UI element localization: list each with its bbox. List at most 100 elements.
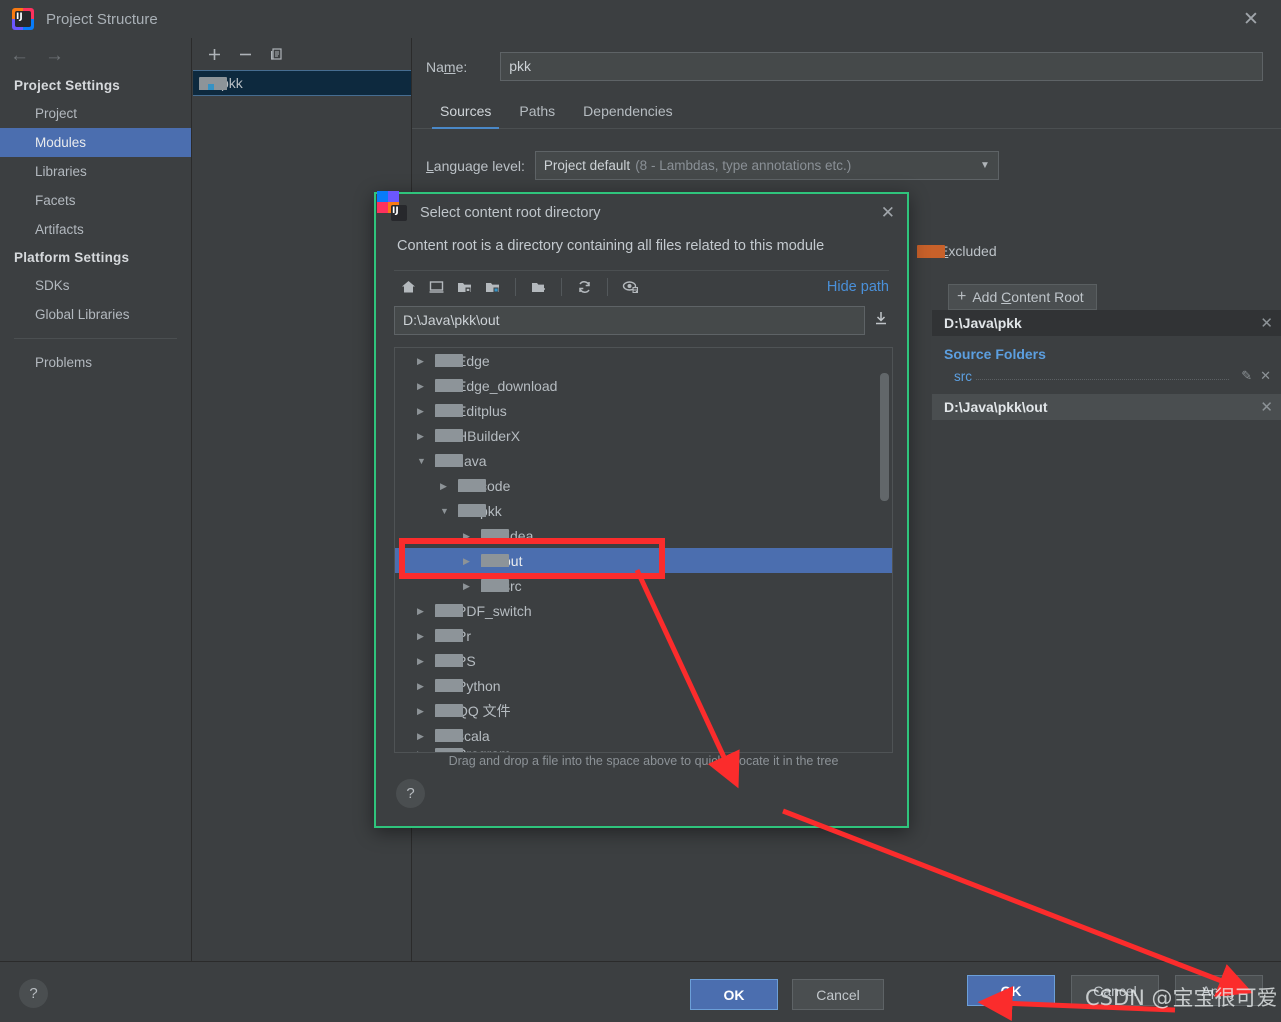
sidebar-item-modules[interactable]: Modules [0,128,191,157]
tree-row[interactable]: ▶ PS [395,648,892,673]
close-icon[interactable]: ✕ [1239,8,1263,32]
directory-tree[interactable]: ▶ Edge ▶ Edge_download ▶ Editplus ▶ HBuilder… [394,347,893,753]
desktop-icon[interactable] [428,279,445,295]
chevron-right-icon[interactable]: ▶ [417,748,429,752]
refresh-icon[interactable] [576,279,593,295]
tree-row[interactable]: ▶ Python [395,673,892,698]
tree-row[interactable]: ▼ Java [395,448,892,473]
sidebar-item-sdks[interactable]: SDKs [0,271,191,300]
chevron-right-icon[interactable]: ▶ [417,680,429,692]
show-hidden-files-icon[interactable] [622,279,640,295]
sidebar-item-global-libraries[interactable]: Global Libraries [0,300,191,329]
excluded-label[interactable]: Excluded [939,243,997,259]
sidebar-item-problems[interactable]: Problems [0,348,191,377]
add-content-root-button[interactable]: + Add Content Root [948,284,1097,310]
drag-drop-hint: Drag and drop a file into the space abov… [448,754,839,768]
tab-paths[interactable]: Paths [505,99,569,128]
arrow-right-icon[interactable]: → [45,46,64,65]
language-level-label: Language level: [426,157,525,174]
chevron-right-icon[interactable]: ▶ [417,705,429,717]
download-icon[interactable] [873,310,889,331]
hide-path-link[interactable]: Hide path [827,279,889,295]
sidebar-item-facets[interactable]: Facets [0,186,191,215]
chevron-right-icon[interactable]: ▶ [417,630,429,642]
tree-row[interactable]: ▶ src [395,573,892,598]
window-title: Project Structure [46,10,158,28]
remove-module-icon[interactable] [238,47,253,62]
arrow-left-icon[interactable]: ← [10,46,29,65]
tree-row[interactable]: ▶ scala [395,723,892,748]
close-icon[interactable]: ✕ [1260,368,1271,384]
chevron-right-icon[interactable]: ▶ [417,655,429,667]
chevron-right-icon[interactable]: ▶ [417,405,429,417]
chevron-right-icon[interactable]: ▶ [463,580,475,592]
tree-row-selected[interactable]: ▶ out [395,548,892,573]
project-folder-icon[interactable] [456,279,473,295]
tab-dependencies[interactable]: Dependencies [569,99,687,128]
chevron-right-icon[interactable]: ▶ [417,430,429,442]
close-icon[interactable]: ✕ [881,203,895,223]
chevron-right-icon[interactable]: ▶ [417,730,429,742]
tree-row[interactable]: ▶ Edge_download [395,373,892,398]
tree-row[interactable]: ▼ pkk [395,498,892,523]
add-module-icon[interactable] [207,47,222,62]
tree-scrollbar[interactable] [880,373,889,501]
sidebar-item-artifacts[interactable]: Artifacts [0,215,191,244]
tree-row[interactable]: ▶ code [395,473,892,498]
chevron-down-icon: ▼ [979,160,990,171]
content-root-header-1[interactable]: D:\Java\pkk ✕ [932,310,1281,336]
module-list-item-pkk[interactable]: pkk [193,70,411,96]
chevron-right-icon[interactable]: ▶ [440,480,452,492]
folder-icon [435,729,463,742]
folder-icon [435,748,463,752]
path-input[interactable]: D:\Java\pkk\out [394,306,865,335]
folder-icon [435,379,463,392]
tree-row[interactable]: ▶ .idea [395,523,892,548]
copy-module-icon[interactable] [269,47,284,62]
sidebar-item-project[interactable]: Project [0,99,191,128]
modules-toolbar [193,38,411,70]
content-root-header-2[interactable]: D:\Java\pkk\out ✕ [932,394,1281,420]
tree-row-label: Edge_download [457,377,558,394]
chooser-ok-button[interactable]: OK [690,979,778,1010]
tree-row[interactable]: ▶ Pr [395,623,892,648]
chevron-right-icon[interactable]: ▶ [417,605,429,617]
chevron-right-icon[interactable]: ▶ [417,355,429,367]
module-folder-icon[interactable] [484,279,501,295]
close-icon[interactable]: ✕ [1260,314,1273,332]
chooser-titlebar: IJ Select content root directory ✕ [376,191,907,232]
chevron-down-icon[interactable]: ▼ [417,455,429,467]
ok-button[interactable]: OK [967,975,1055,1006]
content-root-path-2: D:\Java\pkk\out [944,399,1048,415]
new-folder-icon[interactable] [530,279,547,295]
chevron-right-icon[interactable]: ▶ [463,555,475,567]
sidebar-navigation: ← → [0,38,191,72]
tree-row[interactable]: ▶ PDF_switch [395,598,892,623]
tree-row-partial[interactable]: ▶ Program [395,748,892,752]
tree-row-label: Program [457,748,511,752]
folder-icon [481,529,509,542]
language-level-select[interactable]: Project default (8 - Lambdas, type annot… [534,151,999,180]
chevron-right-icon[interactable]: ▶ [463,530,475,542]
tree-row[interactable]: ▶ Edge [395,348,892,373]
settings-sidebar: ← → Project Settings Project Modules Lib… [0,38,192,961]
source-folder-name: src [954,368,972,384]
help-button[interactable]: ? [19,979,48,1008]
chooser-help-button[interactable]: ? [396,779,425,808]
pencil-icon[interactable]: ✎ [1241,368,1252,384]
source-folder-row-src[interactable]: src ✎ ✕ [932,362,1281,384]
chevron-down-icon[interactable]: ▼ [440,505,452,517]
tree-row[interactable]: ▶ QQ 文件 [395,698,892,723]
chooser-cancel-button[interactable]: Cancel [792,979,884,1010]
path-row: D:\Java\pkk\out [376,296,907,335]
sidebar-item-libraries[interactable]: Libraries [0,157,191,186]
home-icon[interactable] [400,279,417,295]
tab-sources[interactable]: Sources [426,99,505,129]
tree-row[interactable]: ▶ HBuilderX [395,423,892,448]
apply-button[interactable]: Apply [1175,975,1263,1006]
module-name-input[interactable]: pkk [500,52,1263,81]
close-icon[interactable]: ✕ [1260,398,1273,416]
cancel-button[interactable]: Cancel [1071,975,1159,1006]
tree-row[interactable]: ▶ Editplus [395,398,892,423]
chevron-right-icon[interactable]: ▶ [417,380,429,392]
